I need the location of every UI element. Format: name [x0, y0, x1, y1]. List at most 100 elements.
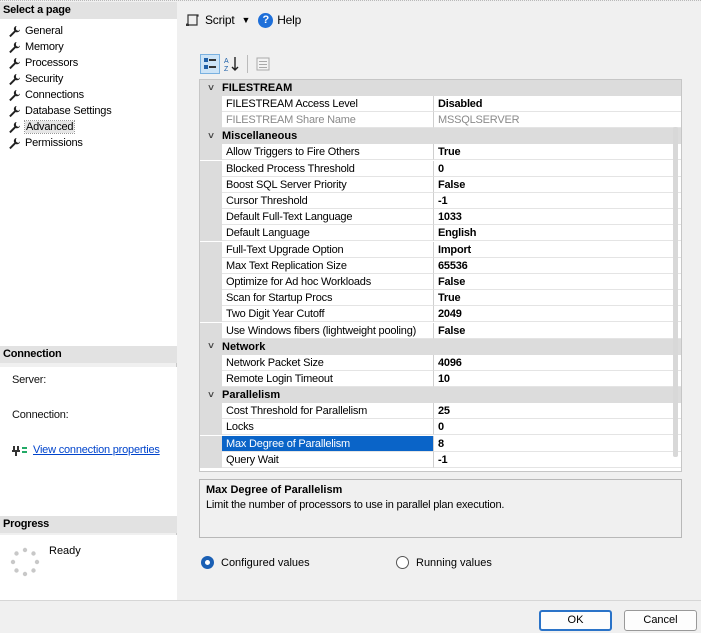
property-row[interactable]: FILESTREAM Access Level Disabled: [200, 96, 681, 112]
property-row[interactable]: Allow Triggers to Fire Others True: [200, 144, 681, 161]
property-value[interactable]: Disabled: [434, 96, 681, 112]
property-row[interactable]: Default Language English: [200, 225, 681, 242]
property-value[interactable]: False: [434, 323, 681, 339]
property-name: Network Packet Size: [222, 354, 434, 371]
help-button[interactable]: ? Help: [258, 12, 301, 28]
property-name: Two Digit Year Cutoff: [222, 306, 434, 323]
property-name: Scan for Startup Procs: [222, 290, 434, 307]
property-row[interactable]: Two Digit Year Cutoff 2049: [200, 306, 681, 323]
property-row[interactable]: Max Degree of Parallelism 8: [200, 435, 681, 452]
property-value[interactable]: 25: [434, 403, 681, 420]
category-filestream[interactable]: ˅ FILESTREAM: [200, 80, 681, 96]
property-row[interactable]: Scan for Startup Procs True: [200, 290, 681, 307]
ok-button[interactable]: OK: [539, 610, 612, 631]
chevron-down-icon[interactable]: ˅: [200, 341, 222, 352]
property-name: Max Text Replication Size: [222, 257, 434, 274]
property-value[interactable]: -1: [434, 193, 681, 209]
view-connection-properties-link[interactable]: View connection properties: [33, 444, 160, 456]
select-page-header: Select a page: [0, 2, 177, 19]
page-item-general[interactable]: General: [8, 23, 63, 39]
alphabetical-button[interactable]: A Z: [222, 54, 242, 74]
page-item-label: Security: [25, 73, 64, 85]
property-row[interactable]: Full-Text Upgrade Option Import: [200, 241, 681, 258]
page-item-processors[interactable]: Processors: [8, 55, 78, 71]
categorized-button[interactable]: [200, 54, 220, 74]
property-name: Blocked Process Threshold: [222, 160, 434, 177]
grid-scrollbar[interactable]: [673, 127, 678, 457]
property-row[interactable]: Max Text Replication Size 65536: [200, 257, 681, 274]
page-item-label: Connections: [25, 89, 84, 101]
property-row[interactable]: Network Packet Size 4096: [200, 354, 681, 371]
running-values-radio[interactable]: Running values: [396, 556, 492, 569]
property-name: Use Windows fibers (lightweight pooling): [222, 322, 434, 339]
property-value[interactable]: 1033: [434, 209, 681, 226]
row-gutter: [200, 419, 222, 436]
property-row[interactable]: Remote Login Timeout 10: [200, 371, 681, 387]
property-value[interactable]: 4096: [434, 355, 681, 371]
category-miscellaneous[interactable]: ˅ Miscellaneous: [200, 128, 681, 145]
property-pages-button[interactable]: [253, 54, 273, 74]
category-label: Network: [222, 340, 266, 353]
row-gutter: [200, 274, 222, 290]
property-name: Allow Triggers to Fire Others: [222, 144, 434, 161]
property-value[interactable]: False: [434, 177, 681, 193]
property-row[interactable]: FILESTREAM Share Name MSSQLSERVER: [200, 112, 681, 129]
chevron-down-icon[interactable]: ˅: [200, 83, 222, 94]
page-item-database-settings[interactable]: Database Settings: [8, 103, 112, 119]
property-value[interactable]: 0: [434, 161, 681, 177]
property-value[interactable]: 10: [434, 371, 681, 387]
property-value[interactable]: -1: [434, 452, 681, 468]
property-row[interactable]: Query Wait -1: [200, 451, 681, 468]
property-pages-icon: [256, 57, 270, 71]
page-item-advanced[interactable]: Advanced: [8, 119, 76, 135]
page-item-security[interactable]: Security: [8, 71, 63, 87]
chevron-down-icon[interactable]: ˅: [200, 390, 222, 401]
wrench-icon: [9, 137, 20, 149]
cancel-button[interactable]: Cancel: [624, 610, 697, 631]
page-item-permissions[interactable]: Permissions: [8, 135, 83, 151]
property-row[interactable]: Cost Threshold for Parallelism 25: [200, 403, 681, 420]
page-item-memory[interactable]: Memory: [8, 39, 64, 55]
wrench-icon: [9, 89, 20, 101]
property-row[interactable]: Optimize for Ad hoc Workloads False: [200, 274, 681, 290]
property-value[interactable]: True: [434, 290, 681, 307]
property-value[interactable]: MSSQLSERVER: [434, 112, 681, 129]
property-value[interactable]: True: [434, 144, 681, 161]
toolbar-divider: [247, 55, 248, 73]
property-row[interactable]: Boost SQL Server Priority False: [200, 176, 681, 193]
property-row[interactable]: Cursor Threshold -1: [200, 193, 681, 209]
property-value[interactable]: 8: [434, 436, 681, 452]
property-name: FILESTREAM Share Name: [222, 112, 434, 129]
row-gutter: [200, 354, 222, 371]
help-icon: ?: [258, 12, 274, 28]
property-row[interactable]: Default Full-Text Language 1033: [200, 209, 681, 226]
property-row[interactable]: Locks 0: [200, 419, 681, 436]
row-gutter: [200, 209, 222, 226]
chevron-down-icon[interactable]: ˅: [200, 131, 222, 142]
category-parallelism[interactable]: ˅ Parallelism: [200, 387, 681, 404]
configured-values-radio[interactable]: Configured values: [201, 556, 310, 569]
row-gutter: [200, 257, 222, 274]
property-value[interactable]: 65536: [434, 258, 681, 274]
page-item-label: Permissions: [25, 137, 83, 149]
row-gutter: [200, 225, 222, 242]
wrench-icon: [9, 121, 20, 133]
property-value[interactable]: English: [434, 225, 681, 242]
property-name: Optimize for Ad hoc Workloads: [222, 274, 434, 290]
script-button[interactable]: Script ▼: [185, 13, 250, 27]
property-value[interactable]: 0: [434, 419, 681, 436]
property-value[interactable]: False: [434, 274, 681, 290]
connection-label: Connection:: [12, 409, 69, 421]
category-network[interactable]: ˅ Network: [200, 338, 681, 355]
property-row[interactable]: Use Windows fibers (lightweight pooling)…: [200, 322, 681, 339]
description-text: Limit the number of processors to use in…: [206, 499, 505, 511]
progress-status: Ready: [49, 545, 81, 557]
property-value[interactable]: Import: [434, 242, 681, 258]
page-item-label: Advanced: [23, 120, 76, 134]
page-item-connections[interactable]: Connections: [8, 87, 84, 103]
configured-values-label: Configured values: [221, 556, 310, 569]
property-row[interactable]: Blocked Process Threshold 0: [200, 160, 681, 177]
radio-unselected-icon: [396, 556, 409, 569]
property-value[interactable]: 2049: [434, 306, 681, 323]
property-grid[interactable]: ˅ FILESTREAM FILESTREAM Access Level Disabl…: [199, 79, 682, 472]
